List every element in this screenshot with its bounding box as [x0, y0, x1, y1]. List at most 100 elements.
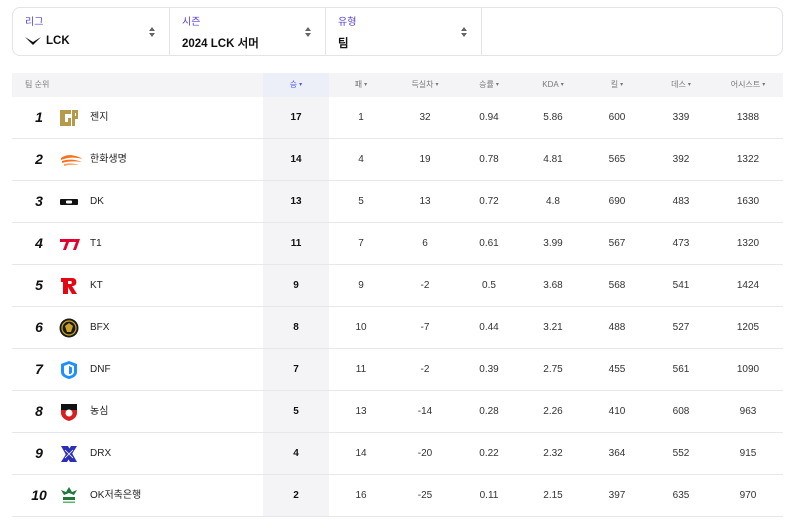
league-label: 리그 [25, 17, 44, 28]
table-row[interactable]: 9 DRX 4 14 -20 0.22 2.32 364 552 915 [12, 433, 783, 475]
win-cell: 13 [263, 181, 329, 222]
team-name[interactable]: OK저축은행 [90, 475, 141, 516]
diff-cell: -2 [420, 280, 430, 291]
sort-arrow-icon: ▾ [687, 82, 691, 88]
diff-cell: -2 [420, 364, 430, 375]
kill-cell: 567 [608, 238, 626, 249]
t1-logo-icon [60, 239, 80, 250]
team-name[interactable]: BFX [90, 307, 109, 348]
kda-cell: 3.68 [543, 280, 563, 291]
header-kill[interactable]: 킬 ▾ [585, 73, 649, 97]
ns-logo-icon [61, 404, 77, 421]
team-name[interactable]: KT [90, 265, 103, 306]
assist-cell: 1322 [736, 154, 760, 165]
win-cell: 14 [263, 139, 329, 180]
header-death[interactable]: 데스 ▾ [649, 73, 713, 97]
win-cell: 2 [263, 475, 329, 516]
team-name[interactable]: DK [90, 181, 104, 222]
rank-cell: 8 [35, 403, 43, 419]
table-row[interactable]: 8 농심 5 13 -14 0.28 2.26 410 608 963 [12, 391, 783, 433]
league-select[interactable]: 리그 LCK [13, 8, 170, 55]
team-name[interactable]: DRX [90, 433, 111, 474]
table-row[interactable]: 10 OK저축은행 2 16 -25 0.11 2.15 397 635 970 [12, 475, 783, 517]
loss-cell: 1 [358, 112, 364, 123]
table-header: 팀 순위 승 ▾ 패 ▾ 득실차 ▾ 승률 ▾ KDA ▾ 킬 ▾ 데스 ▾ 어시스트 ▾ [12, 73, 783, 97]
kill-cell: 364 [608, 448, 626, 459]
rate-cell: 0.61 [479, 238, 499, 249]
drx-logo-icon [61, 446, 77, 462]
table-row[interactable]: 2 한화생명 14 4 19 0.78 4.81 565 392 1322 [12, 139, 783, 181]
type-label: 유형 [338, 17, 357, 28]
assist-cell: 970 [739, 490, 757, 501]
header-diff-label: 득실차 [411, 80, 434, 89]
team-name[interactable]: DNF [90, 349, 111, 390]
death-cell: 392 [672, 154, 690, 165]
assist-cell: 1424 [736, 280, 760, 291]
death-cell: 552 [672, 448, 690, 459]
assist-cell: 1630 [736, 196, 760, 207]
assist-cell: 1205 [736, 322, 760, 333]
header-win[interactable]: 승 ▾ [263, 73, 329, 97]
rank-cell: 5 [35, 277, 43, 293]
sort-arrow-icon: ▾ [435, 82, 439, 88]
rank-cell: 9 [35, 445, 43, 461]
table-row[interactable]: 4 T1 11 7 6 0.61 3.99 567 473 1320 [12, 223, 783, 265]
team-standings-table: 팀 순위 승 ▾ 패 ▾ 득실차 ▾ 승률 ▾ KDA ▾ 킬 ▾ 데스 ▾ 어시스트 ▾ 1 … [12, 73, 783, 517]
sort-arrow-icon: ▾ [560, 82, 564, 88]
death-cell: 608 [672, 406, 690, 417]
diff-cell: 13 [419, 196, 431, 207]
rank-cell: 1 [35, 109, 43, 125]
select-arrows-icon [149, 27, 155, 37]
header-assist-label: 어시스트 [730, 80, 761, 89]
type-select[interactable]: 유형 팀 [326, 8, 482, 55]
header-loss[interactable]: 패 ▾ [329, 73, 393, 97]
header-assist[interactable]: 어시스트 ▾ [713, 73, 783, 97]
team-name[interactable]: 농심 [90, 391, 108, 432]
win-cell: 5 [263, 391, 329, 432]
kda-cell: 2.32 [543, 448, 563, 459]
header-kill-label: 킬 [610, 80, 619, 89]
dnf-logo-icon [61, 361, 77, 379]
kill-cell: 488 [608, 322, 626, 333]
rate-cell: 0.22 [479, 448, 499, 459]
header-death-label: 데스 [671, 80, 686, 89]
table-row[interactable]: 5 KT 9 9 -2 0.5 3.68 568 541 1424 [12, 265, 783, 307]
loss-cell: 9 [358, 280, 364, 291]
kill-cell: 690 [608, 196, 626, 207]
table-row[interactable]: 7 DNF 7 11 -2 0.39 2.75 455 561 1090 [12, 349, 783, 391]
diff-cell: -20 [417, 448, 433, 459]
rank-cell: 7 [35, 361, 43, 377]
season-select[interactable]: 시즌 2024 LCK 서머 [170, 8, 326, 55]
rank-cell: 6 [35, 319, 43, 335]
header-diff[interactable]: 득실차 ▾ [393, 73, 457, 97]
assist-cell: 915 [739, 448, 757, 459]
season-label: 시즌 [182, 17, 201, 28]
kill-cell: 565 [608, 154, 626, 165]
rank-cell: 10 [31, 487, 47, 503]
team-name[interactable]: 한화생명 [90, 139, 127, 180]
death-cell: 339 [672, 112, 690, 123]
table-row[interactable]: 6 BFX 8 10 -7 0.44 3.21 488 527 1205 [12, 307, 783, 349]
league-value-wrap: LCK [25, 35, 159, 47]
team-name[interactable]: 젠지 [90, 97, 108, 138]
win-cell: 9 [263, 265, 329, 306]
rank-cell: 4 [35, 235, 43, 251]
rate-cell: 0.28 [479, 406, 499, 417]
death-cell: 635 [672, 490, 690, 501]
loss-cell: 7 [358, 238, 364, 249]
team-name[interactable]: T1 [90, 223, 102, 264]
header-rank: 팀 순위 [25, 80, 50, 89]
rate-cell: 0.72 [479, 196, 499, 207]
select-arrows-icon [461, 27, 467, 37]
header-rate[interactable]: 승률 ▾ [457, 73, 521, 97]
kill-cell: 410 [608, 406, 626, 417]
select-arrows-icon [305, 27, 311, 37]
kda-cell: 4.8 [546, 196, 560, 207]
death-cell: 483 [672, 196, 690, 207]
table-row[interactable]: 3 DK 13 5 13 0.72 4.8 690 483 1630 [12, 181, 783, 223]
table-row[interactable]: 1 젠지 17 1 32 0.94 5.86 600 339 1388 [12, 97, 783, 139]
header-kda[interactable]: KDA ▾ [521, 73, 585, 97]
kill-cell: 568 [608, 280, 626, 291]
filter-empty-slot [482, 8, 782, 55]
death-cell: 561 [672, 364, 690, 375]
